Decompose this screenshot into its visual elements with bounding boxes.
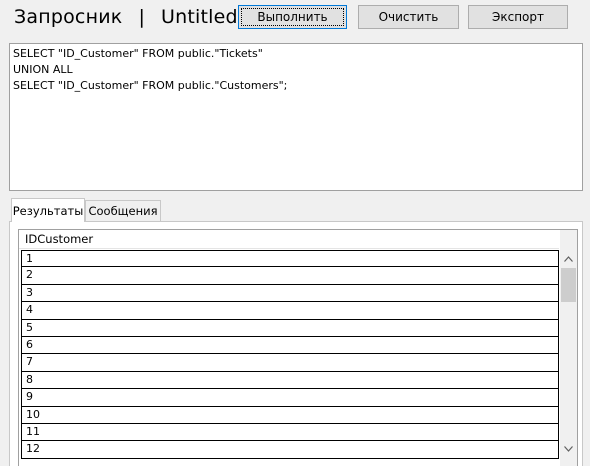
- clear-button-label: Очистить: [378, 10, 439, 24]
- app-name: Запросник: [14, 6, 123, 28]
- table-row[interactable]: 4: [21, 302, 559, 320]
- table-row[interactable]: 1: [21, 250, 559, 268]
- table-row[interactable]: 11: [21, 423, 559, 442]
- export-button[interactable]: Экспорт: [468, 5, 568, 29]
- sql-line: SELECT "ID_Customer" FROM public."Ticket…: [13, 47, 263, 60]
- column-header-idcustomer[interactable]: IDCustomer: [19, 230, 559, 249]
- scrollbar-thumb[interactable]: [561, 268, 576, 302]
- tab-messages-label: Сообщения: [88, 204, 158, 218]
- sql-editor[interactable]: SELECT "ID_Customer" FROM public."Ticket…: [9, 43, 583, 191]
- sql-line: SELECT "ID_Customer" FROM public."Custom…: [13, 79, 288, 92]
- window-title: Запросник | Untitled: [14, 6, 238, 28]
- vertical-scrollbar[interactable]: [560, 230, 577, 466]
- results-grid[interactable]: IDCustomer 1 2 3 4 5 6 7 8 9 10 11 12: [18, 229, 578, 466]
- export-button-label: Экспорт: [491, 10, 545, 24]
- table-row[interactable]: 6: [21, 336, 559, 355]
- table-row[interactable]: 5: [21, 319, 559, 337]
- tab-results[interactable]: Результаты: [11, 198, 85, 222]
- table-row[interactable]: 2: [21, 267, 559, 285]
- sql-line: UNION ALL: [13, 63, 73, 76]
- execute-button[interactable]: Выполнить: [238, 5, 347, 29]
- table-row[interactable]: 10: [21, 406, 559, 424]
- chevron-down-icon[interactable]: [560, 440, 577, 457]
- table-row[interactable]: 3: [21, 284, 559, 303]
- table-row[interactable]: 8: [21, 371, 559, 390]
- table-row[interactable]: 12: [21, 441, 559, 459]
- tab-results-label: Результаты: [12, 203, 84, 218]
- table-row[interactable]: 9: [21, 389, 559, 407]
- chevron-up-icon[interactable]: [560, 250, 577, 267]
- table-row[interactable]: 7: [21, 354, 559, 372]
- execute-button-label: Выполнить: [257, 10, 328, 24]
- clear-button[interactable]: Очистить: [358, 5, 459, 29]
- grid-rows: 1 2 3 4 5 6 7 8 9 10 11 12: [21, 250, 559, 459]
- document-name: Untitled: [161, 6, 238, 28]
- title-separator: |: [138, 6, 146, 28]
- tab-messages[interactable]: Сообщения: [85, 200, 161, 222]
